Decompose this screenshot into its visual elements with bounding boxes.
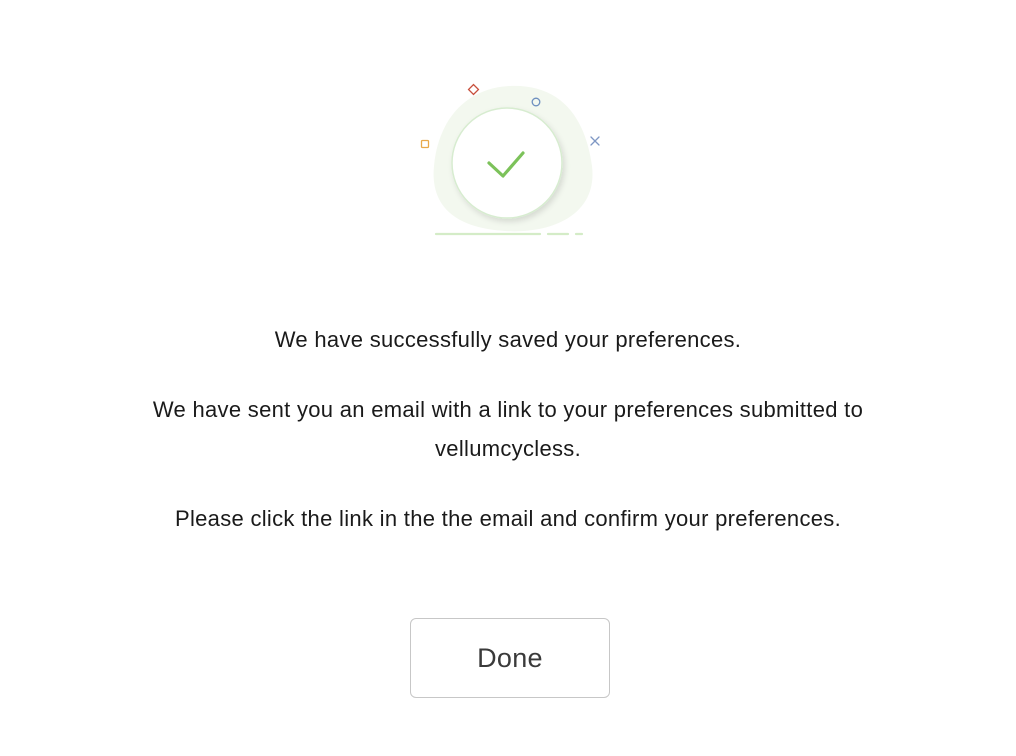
x-icon: [590, 136, 600, 146]
saved-message: We have successfully saved your preferen…: [274, 327, 742, 352]
confirmation-message: We have successfully saved your preferen…: [0, 320, 1016, 538]
square-icon: [420, 139, 430, 149]
success-illustration: [410, 76, 610, 246]
confirm-instruction: Please click the link in the the email a…: [174, 506, 842, 531]
success-circle: [451, 107, 563, 219]
success-illustration-graphic: [420, 83, 600, 236]
email-sent-message: We have sent you an email with a link to…: [152, 397, 864, 461]
done-button[interactable]: Done: [410, 618, 610, 698]
diamond-icon: [467, 83, 480, 96]
